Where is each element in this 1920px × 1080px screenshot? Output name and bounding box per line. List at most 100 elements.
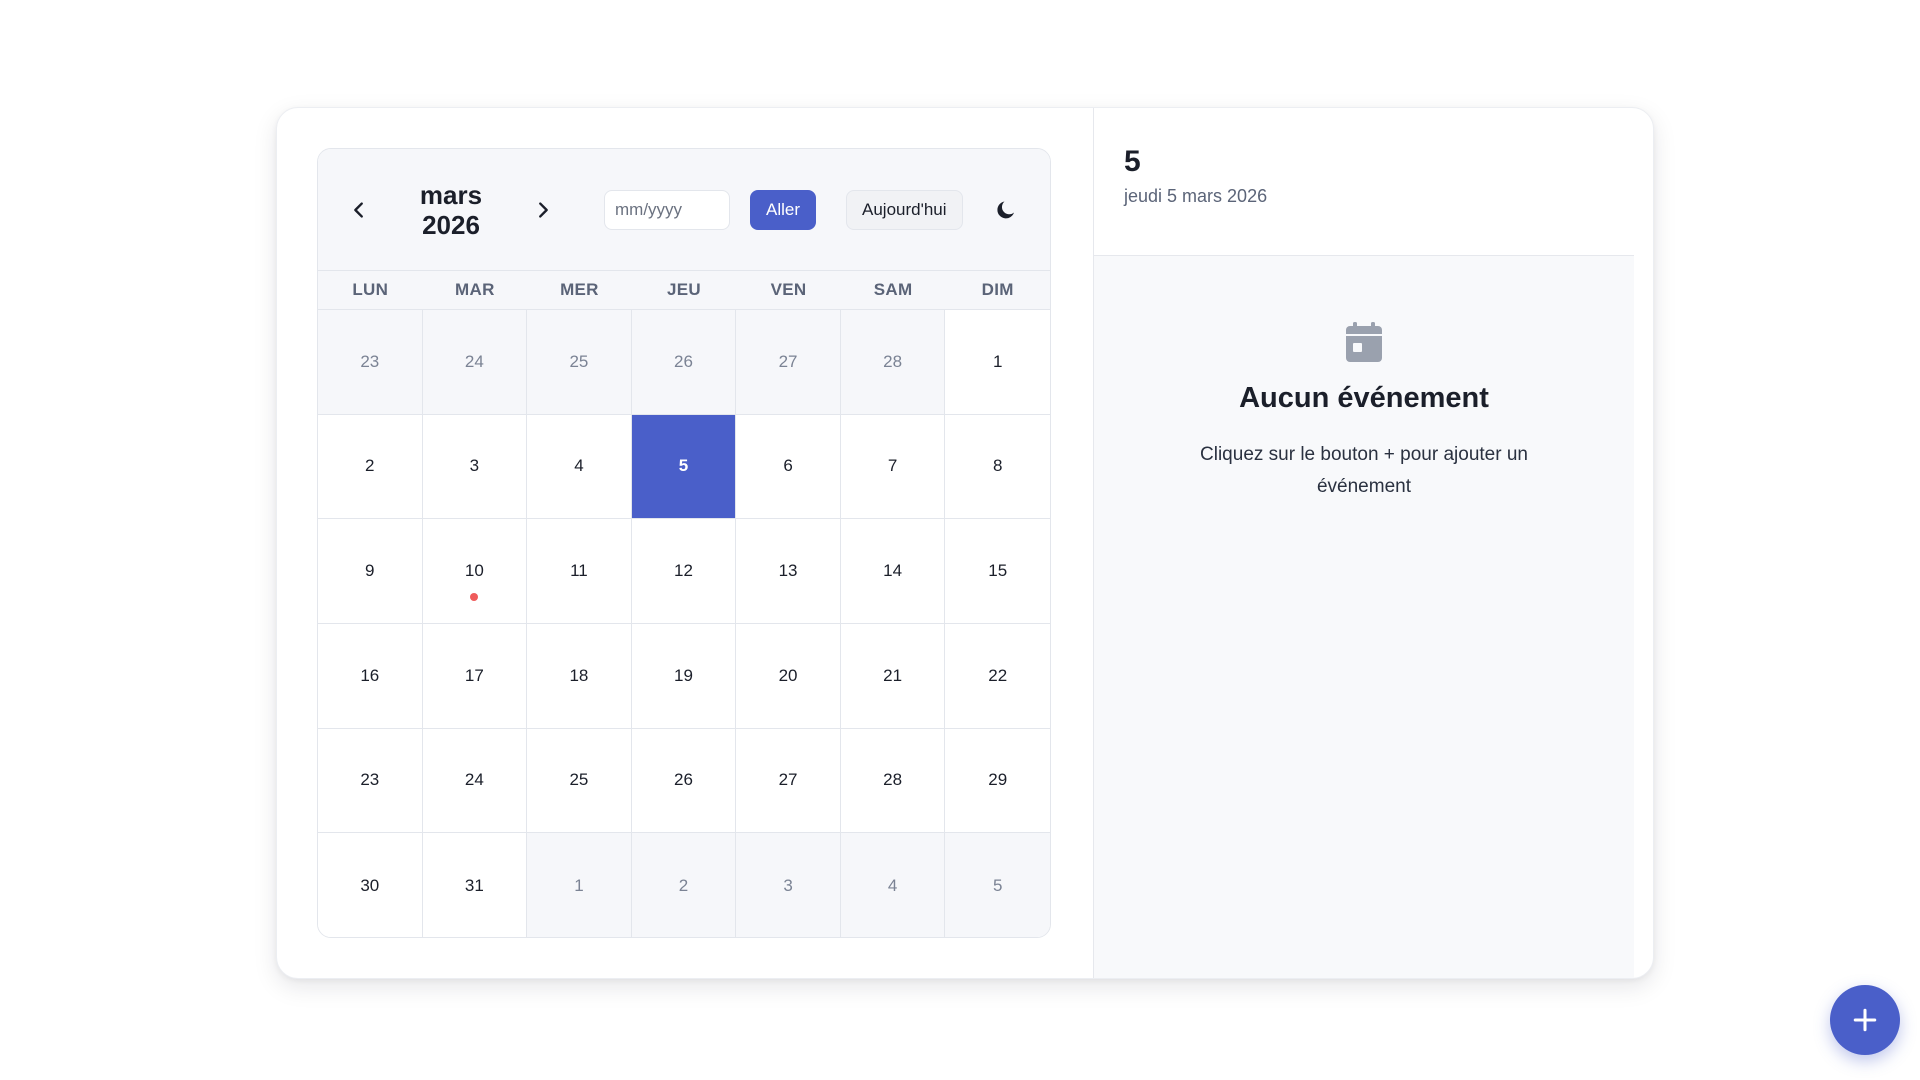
day-cell[interactable]: 4 <box>527 414 632 520</box>
day-number: 3 <box>469 456 480 476</box>
day-cell[interactable]: 30 <box>318 833 423 937</box>
day-number: 28 <box>883 770 903 790</box>
weekday-label: JEU <box>667 280 701 299</box>
day-number: 16 <box>360 665 380 685</box>
today-button[interactable]: Aujourd'hui <box>846 189 963 230</box>
day-cell[interactable]: 2 <box>318 414 423 520</box>
day-cell[interactable]: 1 <box>945 310 1050 415</box>
day-number: 8 <box>992 456 1003 476</box>
day-number: 23 <box>360 770 380 790</box>
day-number: 14 <box>883 561 903 581</box>
day-number: 2 <box>678 875 689 895</box>
day-cell[interactable]: 16 <box>318 623 423 729</box>
day-cell[interactable]: 11 <box>527 519 632 624</box>
day-number: 2 <box>365 456 375 476</box>
day-cell-other-month[interactable]: 1 <box>527 833 632 937</box>
day-cell[interactable]: 28 <box>840 728 946 834</box>
day-cell[interactable]: 21 <box>840 623 946 729</box>
weekday-label: DIM <box>981 280 1014 299</box>
day-cell[interactable]: 29 <box>945 728 1050 834</box>
day-cell[interactable]: 24 <box>422 728 528 834</box>
month-year: 2026 <box>422 209 480 240</box>
day-number: 11 <box>570 561 588 581</box>
day-cell-other-month[interactable]: 3 <box>736 833 841 937</box>
day-cell-selected[interactable]: 5 <box>631 414 737 520</box>
day-number: 20 <box>778 665 798 685</box>
day-number: 4 <box>887 875 898 895</box>
day-cell[interactable]: 15 <box>945 519 1050 624</box>
day-detail-panel: 5 jeudi 5 mars 2026 Aucun événement Cliq… <box>1093 108 1653 978</box>
day-cell-other-month[interactable]: 2 <box>631 833 737 937</box>
day-number: 15 <box>988 561 1008 581</box>
day-number: 10 <box>464 561 484 581</box>
day-cell[interactable]: 3 <box>422 414 528 520</box>
day-cell[interactable]: 6 <box>736 414 841 520</box>
day-number: 4 <box>574 456 584 476</box>
day-number: 28 <box>883 351 903 371</box>
calendar-header: mars 2026 Aller Aujourd'hui <box>318 149 1050 271</box>
day-number: 22 <box>988 665 1008 685</box>
day-cell[interactable]: 18 <box>527 623 632 729</box>
day-number: 9 <box>365 561 375 581</box>
day-cell[interactable]: 22 <box>945 623 1050 729</box>
day-cell-other-month[interactable]: 4 <box>840 833 946 937</box>
chevron-right-icon <box>539 201 548 218</box>
chevron-left-icon <box>354 201 363 218</box>
day-number: 27 <box>778 351 798 371</box>
calendar: mars 2026 Aller Aujourd'hui LUNMARMERJEU… <box>317 148 1051 938</box>
weekday-label: SAM <box>873 280 913 299</box>
month-year-input[interactable] <box>604 189 730 230</box>
day-number: 24 <box>464 770 484 790</box>
moon-icon <box>996 201 1014 218</box>
day-cell[interactable]: 8 <box>945 414 1050 520</box>
day-number: 13 <box>778 561 798 581</box>
day-number: 3 <box>783 875 793 895</box>
month-name: mars <box>419 179 483 210</box>
theme-toggle-button[interactable] <box>991 195 1021 225</box>
day-cell-other-month[interactable]: 27 <box>736 310 841 415</box>
next-month-button[interactable] <box>524 191 562 229</box>
day-cell[interactable]: 19 <box>631 623 737 729</box>
go-button[interactable]: Aller <box>750 189 817 230</box>
add-event-button[interactable] <box>1830 985 1900 1055</box>
calendar-app-card: mars 2026 Aller Aujourd'hui LUNMARMERJEU… <box>276 107 1654 979</box>
day-cell-other-month[interactable]: 24 <box>422 310 528 415</box>
month-title: mars 2026 <box>378 180 524 240</box>
day-cell[interactable]: 25 <box>527 728 632 834</box>
day-cell[interactable]: 10 <box>422 519 528 624</box>
day-detail-header: 5 jeudi 5 mars 2026 <box>1094 108 1634 256</box>
day-number: 29 <box>988 770 1008 790</box>
day-number: 6 <box>783 456 793 476</box>
day-number: 24 <box>464 351 484 371</box>
weekday-label: LUN <box>352 280 389 299</box>
day-cell-other-month[interactable]: 25 <box>527 310 632 415</box>
weekday-label: MER <box>560 280 599 299</box>
day-cell-other-month[interactable]: 23 <box>318 310 423 415</box>
day-number: 7 <box>887 456 898 476</box>
day-number: 21 <box>883 665 903 685</box>
day-cell[interactable]: 14 <box>840 519 946 624</box>
day-cell[interactable]: 13 <box>736 519 841 624</box>
day-cell[interactable]: 26 <box>631 728 737 834</box>
day-cell[interactable]: 7 <box>840 414 946 520</box>
day-cell[interactable]: 31 <box>422 833 528 937</box>
day-cell-other-month[interactable]: 5 <box>945 833 1050 937</box>
day-cell-other-month[interactable]: 26 <box>631 310 737 415</box>
day-number: 26 <box>674 351 693 371</box>
day-cell[interactable]: 20 <box>736 623 841 729</box>
day-cell[interactable]: 9 <box>318 519 423 624</box>
day-cell[interactable]: 12 <box>631 519 737 624</box>
day-number: 1 <box>992 351 1003 371</box>
day-number: 25 <box>569 351 589 371</box>
day-number: 12 <box>674 561 693 581</box>
prev-month-button[interactable] <box>340 191 378 229</box>
event-indicator-dot <box>470 592 479 601</box>
day-cell-other-month[interactable]: 28 <box>840 310 946 415</box>
empty-description: Cliquez sur le bouton + pour ajouter un … <box>1200 444 1528 497</box>
day-cell[interactable]: 23 <box>318 728 423 834</box>
calendar-icon <box>1346 322 1382 362</box>
day-cell[interactable]: 17 <box>422 623 528 729</box>
empty-state: Aucun événement Cliquez sur le bouton + … <box>1094 322 1634 503</box>
day-cell[interactable]: 27 <box>736 728 841 834</box>
day-number: 19 <box>674 665 693 685</box>
